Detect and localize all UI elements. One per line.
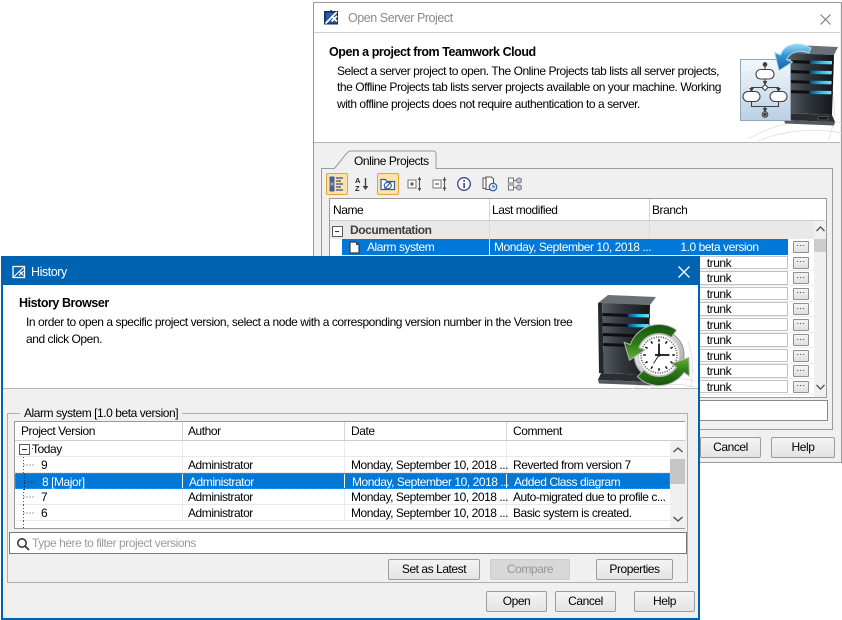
svg-text:Z: Z bbox=[355, 184, 360, 192]
